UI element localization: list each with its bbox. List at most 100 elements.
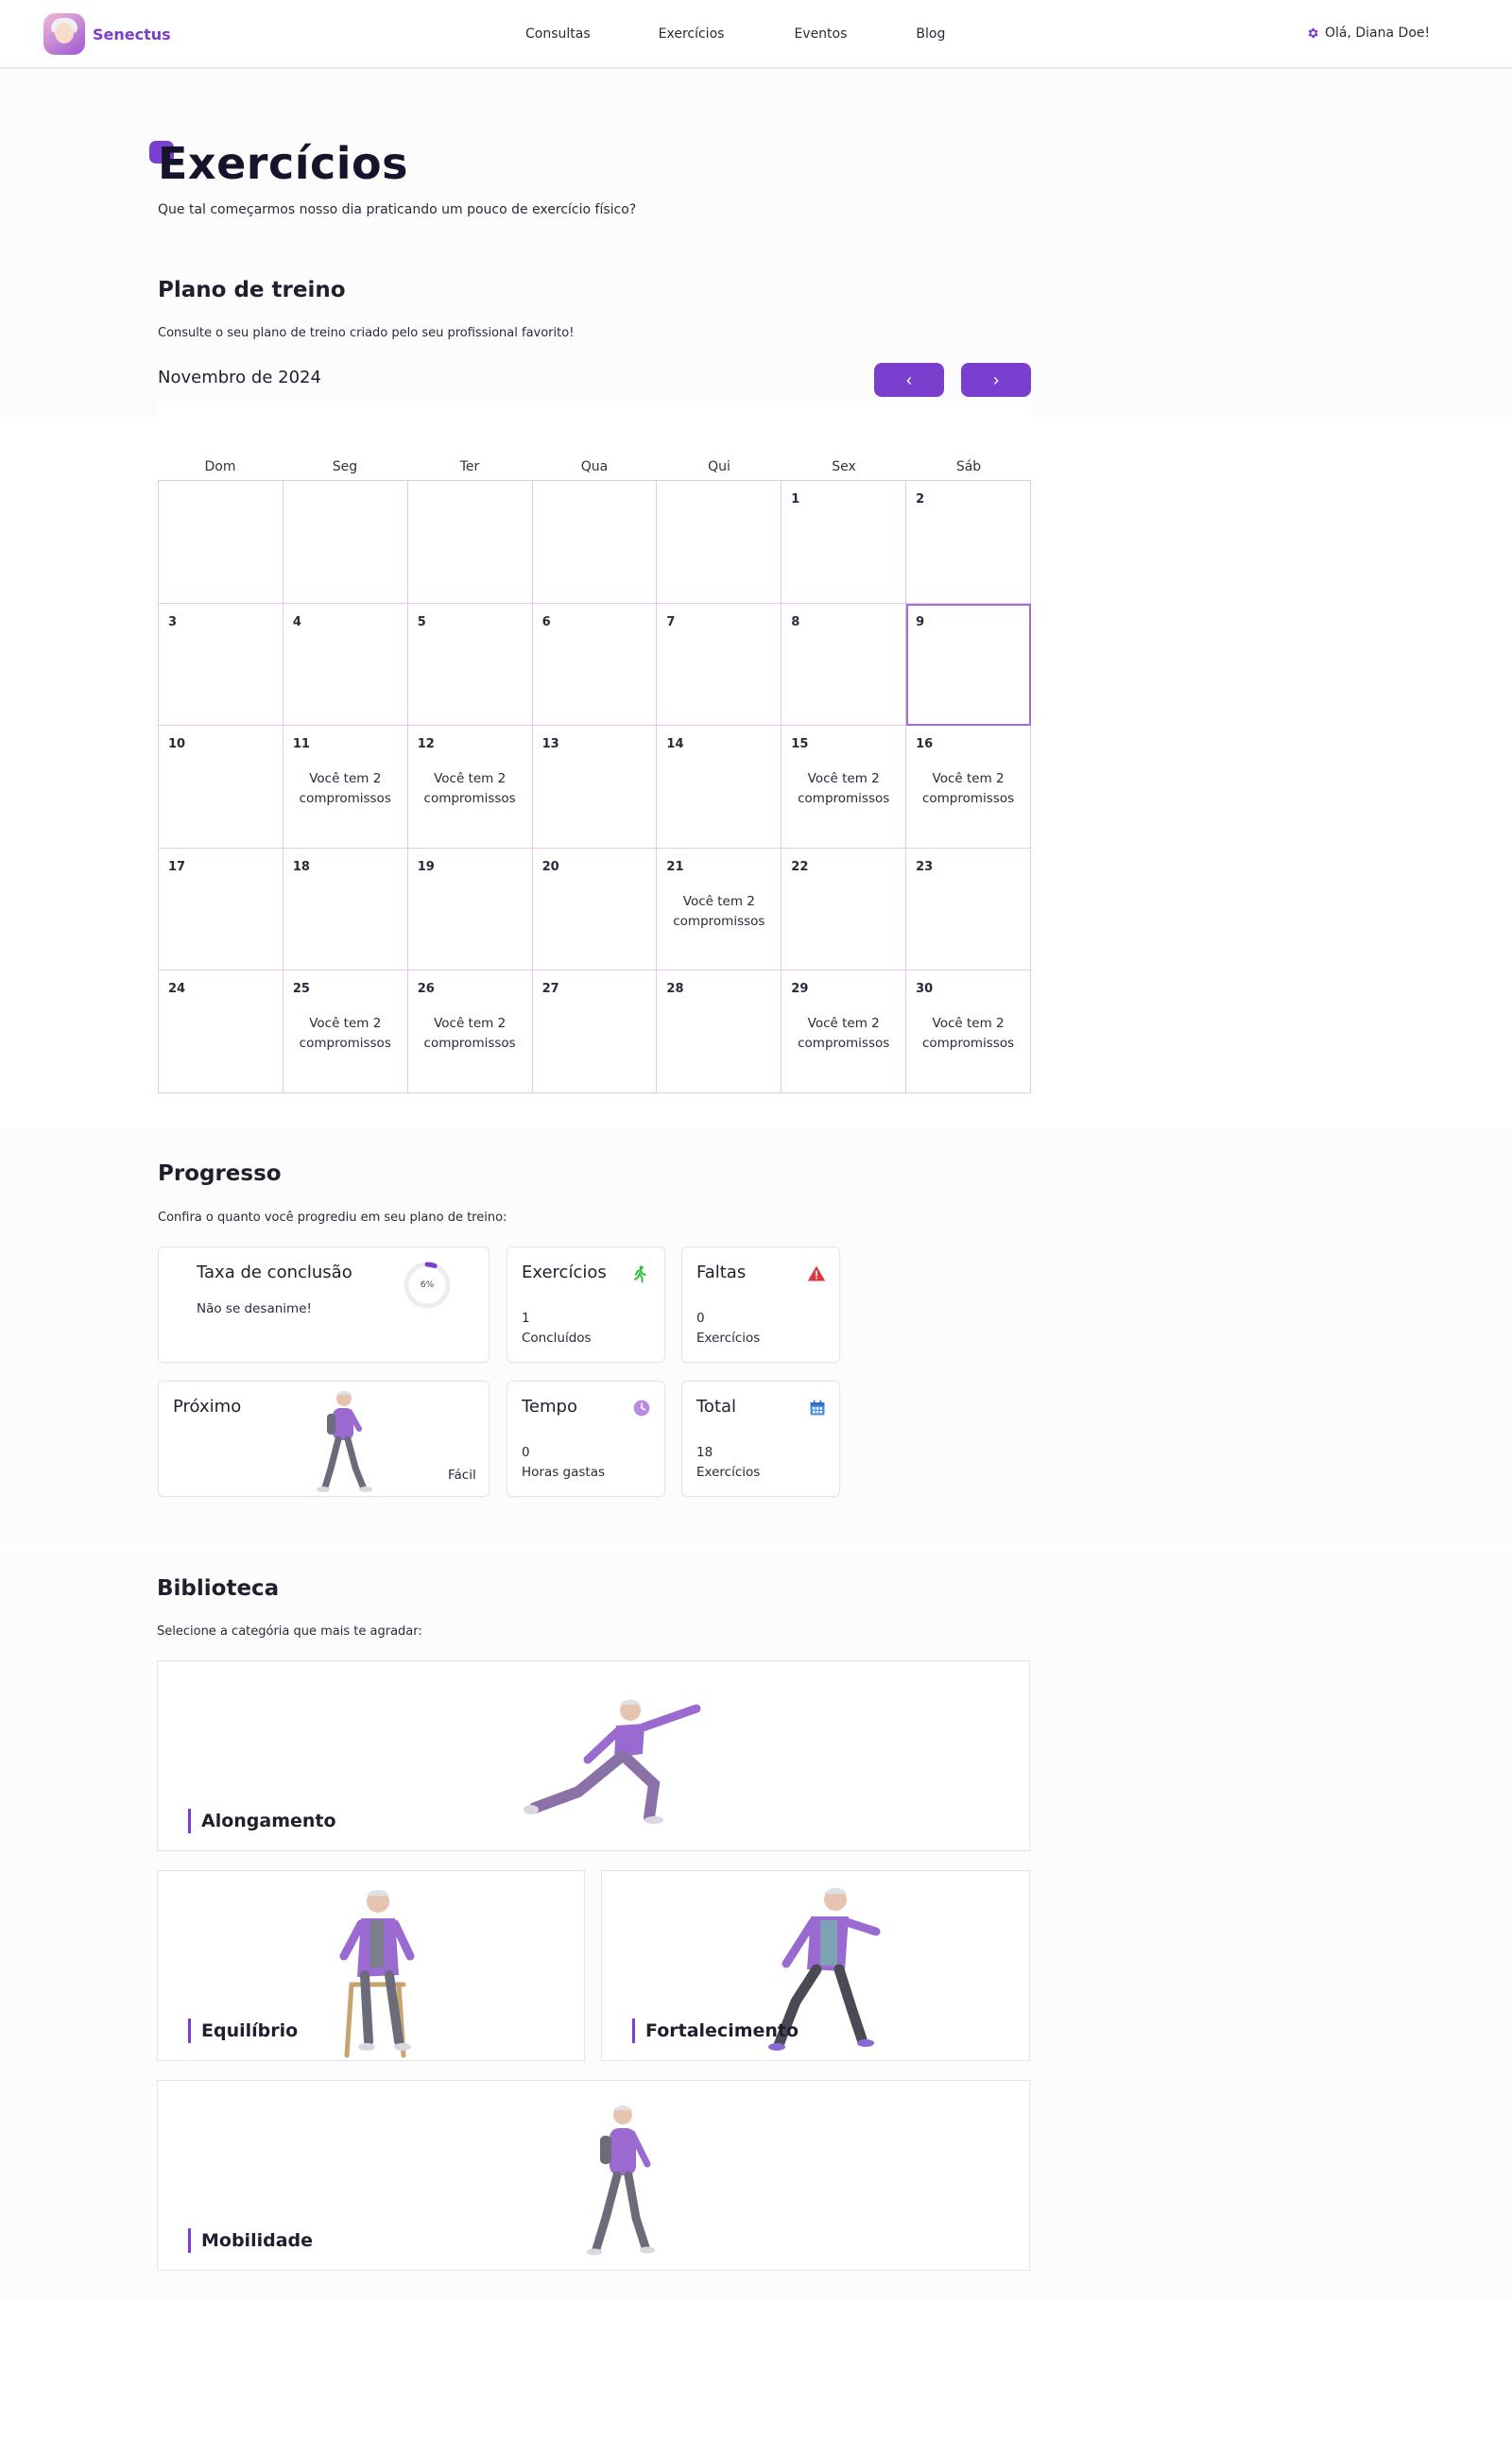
calendar-day-cell[interactable]: 3 (159, 603, 284, 726)
weekday-label: Seg (332, 459, 358, 474)
plan-description: Consulte o seu plano de treino criado pe… (158, 326, 575, 340)
calendar-day-number: 23 (916, 859, 934, 874)
calendar-event-summary[interactable]: Você tem 2 compromissos (657, 892, 781, 932)
calendar-event-summary[interactable]: Você tem 2 compromissos (284, 1014, 407, 1054)
calendar-day-cell[interactable]: 21 Você tem 2 compromissos (657, 848, 782, 971)
calendar-day-cell[interactable]: 23 (906, 848, 1031, 971)
calendar-day-cell[interactable]: 19 (407, 848, 533, 971)
user-menu[interactable]: Olá, Diana Doe! (1306, 26, 1430, 41)
weekday-label: Qua (580, 459, 609, 474)
calendar-day-cell[interactable]: 28 (657, 971, 782, 1093)
calendar-day-number: 24 (168, 982, 186, 996)
calendar-day-number: 17 (168, 859, 186, 874)
calendar-day-cell[interactable]: 4 (283, 603, 408, 726)
calendar-day-cell[interactable]: 24 (159, 971, 284, 1093)
category-label-equilibrio: Equilíbrio (188, 2019, 298, 2043)
calendar-day-cell[interactable]: 6 (532, 603, 658, 726)
calendar-month-label: Novembro de 2024 (158, 368, 321, 387)
category-card-equilibrio[interactable]: Equilíbrio (157, 1870, 585, 2061)
exercises-caption: Concluídos (522, 1331, 592, 1346)
exercises-title: Exercícios (522, 1263, 607, 1282)
completion-message: Não se desanime! (197, 1301, 312, 1316)
time-caption: Horas gastas (522, 1465, 606, 1480)
calendar-day-cell[interactable]: 13 (532, 726, 658, 849)
stretching-senior-figure (524, 1699, 701, 1824)
nav-link-eventos[interactable]: Eventos (794, 26, 847, 42)
weekday-label: Sáb (955, 459, 982, 474)
calendar-day-number: 29 (791, 982, 809, 996)
user-greeting: Olá, Diana Doe! (1325, 26, 1431, 41)
calendar-event-summary[interactable]: Você tem 2 compromissos (408, 1014, 532, 1054)
mobility-senior-figure (587, 2105, 655, 2256)
calendar-event-summary[interactable]: Você tem 2 compromissos (782, 769, 905, 809)
calendar-day-number: 9 (916, 614, 925, 629)
calendar-day-number: 18 (292, 859, 310, 874)
calendar-day-cell[interactable]: 20 (532, 848, 658, 971)
calendar-day-number: 27 (541, 982, 559, 996)
clock-icon (633, 1400, 650, 1417)
library-description: Selecione a categória que mais te agrada… (157, 1624, 422, 1639)
absences-title: Faltas (696, 1263, 747, 1282)
weekday-label: Qui (708, 459, 730, 474)
calendar-event-summary[interactable]: Você tem 2 compromissos (906, 769, 1030, 809)
main-nav: Consultas Exercícios Eventos Blog (525, 26, 945, 42)
category-card-fortalecimento[interactable]: Fortalecimento (601, 1870, 1030, 2061)
calendar-day-number: 6 (541, 614, 551, 629)
calendar-day-number: 12 (417, 737, 435, 751)
calendar-empty-cell (159, 481, 284, 604)
calendar-grid: 1 2 3 4 5 6 7 8 9 10 11 Você tem 2 compromissos 12 Vo… (158, 480, 1031, 1093)
calendar-day-cell[interactable]: 12 Você tem 2 compromissos (407, 726, 533, 849)
calendar-day-cell[interactable]: 11 Você tem 2 compromissos (283, 726, 408, 849)
brand-logo[interactable]: Senectus (43, 13, 171, 55)
plan-heading: Plano de treino (158, 278, 346, 302)
calendar-day-number: 21 (666, 859, 684, 874)
category-card-mobilidade[interactable]: Mobilidade (157, 2080, 1030, 2271)
calendar-day-number: 20 (541, 859, 559, 874)
next-exercise-card[interactable]: Próximo Fácil (158, 1381, 490, 1497)
calendar-day-cell[interactable]: 14 (657, 726, 782, 849)
calendar-day-cell[interactable]: 7 (657, 603, 782, 726)
time-title: Tempo (522, 1397, 577, 1417)
calendar-next-button[interactable]: › (961, 363, 1031, 397)
weekday-label: Dom (204, 459, 236, 474)
page-title: Exercícios (158, 138, 409, 189)
calendar-day-cell-selected[interactable]: 9 (906, 603, 1031, 726)
calendar-icon (810, 1400, 825, 1416)
calendar-empty-cell (283, 481, 408, 604)
calendar-day-cell[interactable]: 30 Você tem 2 compromissos (906, 971, 1031, 1093)
nav-link-blog[interactable]: Blog (916, 26, 945, 42)
total-card: Total 18 Exercícios (681, 1381, 840, 1497)
calendar-day-cell[interactable]: 29 Você tem 2 compromissos (782, 971, 907, 1093)
calendar-day-cell[interactable]: 16 Você tem 2 compromissos (906, 726, 1031, 849)
calendar-day-cell[interactable]: 22 (782, 848, 907, 971)
calendar-day-cell[interactable]: 27 (532, 971, 658, 1093)
calendar-day-cell[interactable]: 10 (159, 726, 284, 849)
category-label-mobilidade: Mobilidade (188, 2228, 313, 2253)
nav-link-exercicios[interactable]: Exercícios (659, 26, 725, 42)
calendar-event-summary[interactable]: Você tem 2 compromissos (906, 1014, 1030, 1054)
calendar-event-summary[interactable]: Você tem 2 compromissos (284, 769, 407, 809)
time-value: 0 (522, 1445, 530, 1460)
calendar-day-number: 11 (292, 737, 310, 751)
calendar-event-summary[interactable]: Você tem 2 compromissos (782, 1014, 905, 1054)
calendar-day-cell[interactable]: 26 Você tem 2 compromissos (407, 971, 533, 1093)
exercises-value: 1 (522, 1311, 530, 1326)
calendar-day-number: 7 (666, 614, 676, 629)
calendar-day-number: 28 (666, 982, 684, 996)
calendar-day-cell[interactable]: 8 (782, 603, 907, 726)
total-value: 18 (696, 1445, 713, 1460)
calendar-day-cell[interactable]: 18 (283, 848, 408, 971)
calendar-weekday-header: Dom Seg Ter Qua Qui Sex Sáb (158, 401, 1031, 480)
calendar-day-cell[interactable]: 25 Você tem 2 compromissos (283, 971, 408, 1093)
calendar-empty-cell (407, 481, 533, 604)
nav-link-consultas[interactable]: Consultas (525, 26, 591, 42)
calendar-day-cell[interactable]: 17 (159, 848, 284, 971)
category-card-alongamento[interactable]: Alongamento (157, 1660, 1030, 1851)
calendar-event-summary[interactable]: Você tem 2 compromissos (408, 769, 532, 809)
calendar-day-cell[interactable]: 1 (782, 481, 907, 604)
calendar-day-cell[interactable]: 2 (906, 481, 1031, 604)
calendar-day-cell[interactable]: 15 Você tem 2 compromissos (782, 726, 907, 849)
calendar-day-number: 1 (791, 492, 800, 507)
calendar-prev-button[interactable]: ‹ (874, 363, 944, 397)
calendar-day-cell[interactable]: 5 (407, 603, 533, 726)
